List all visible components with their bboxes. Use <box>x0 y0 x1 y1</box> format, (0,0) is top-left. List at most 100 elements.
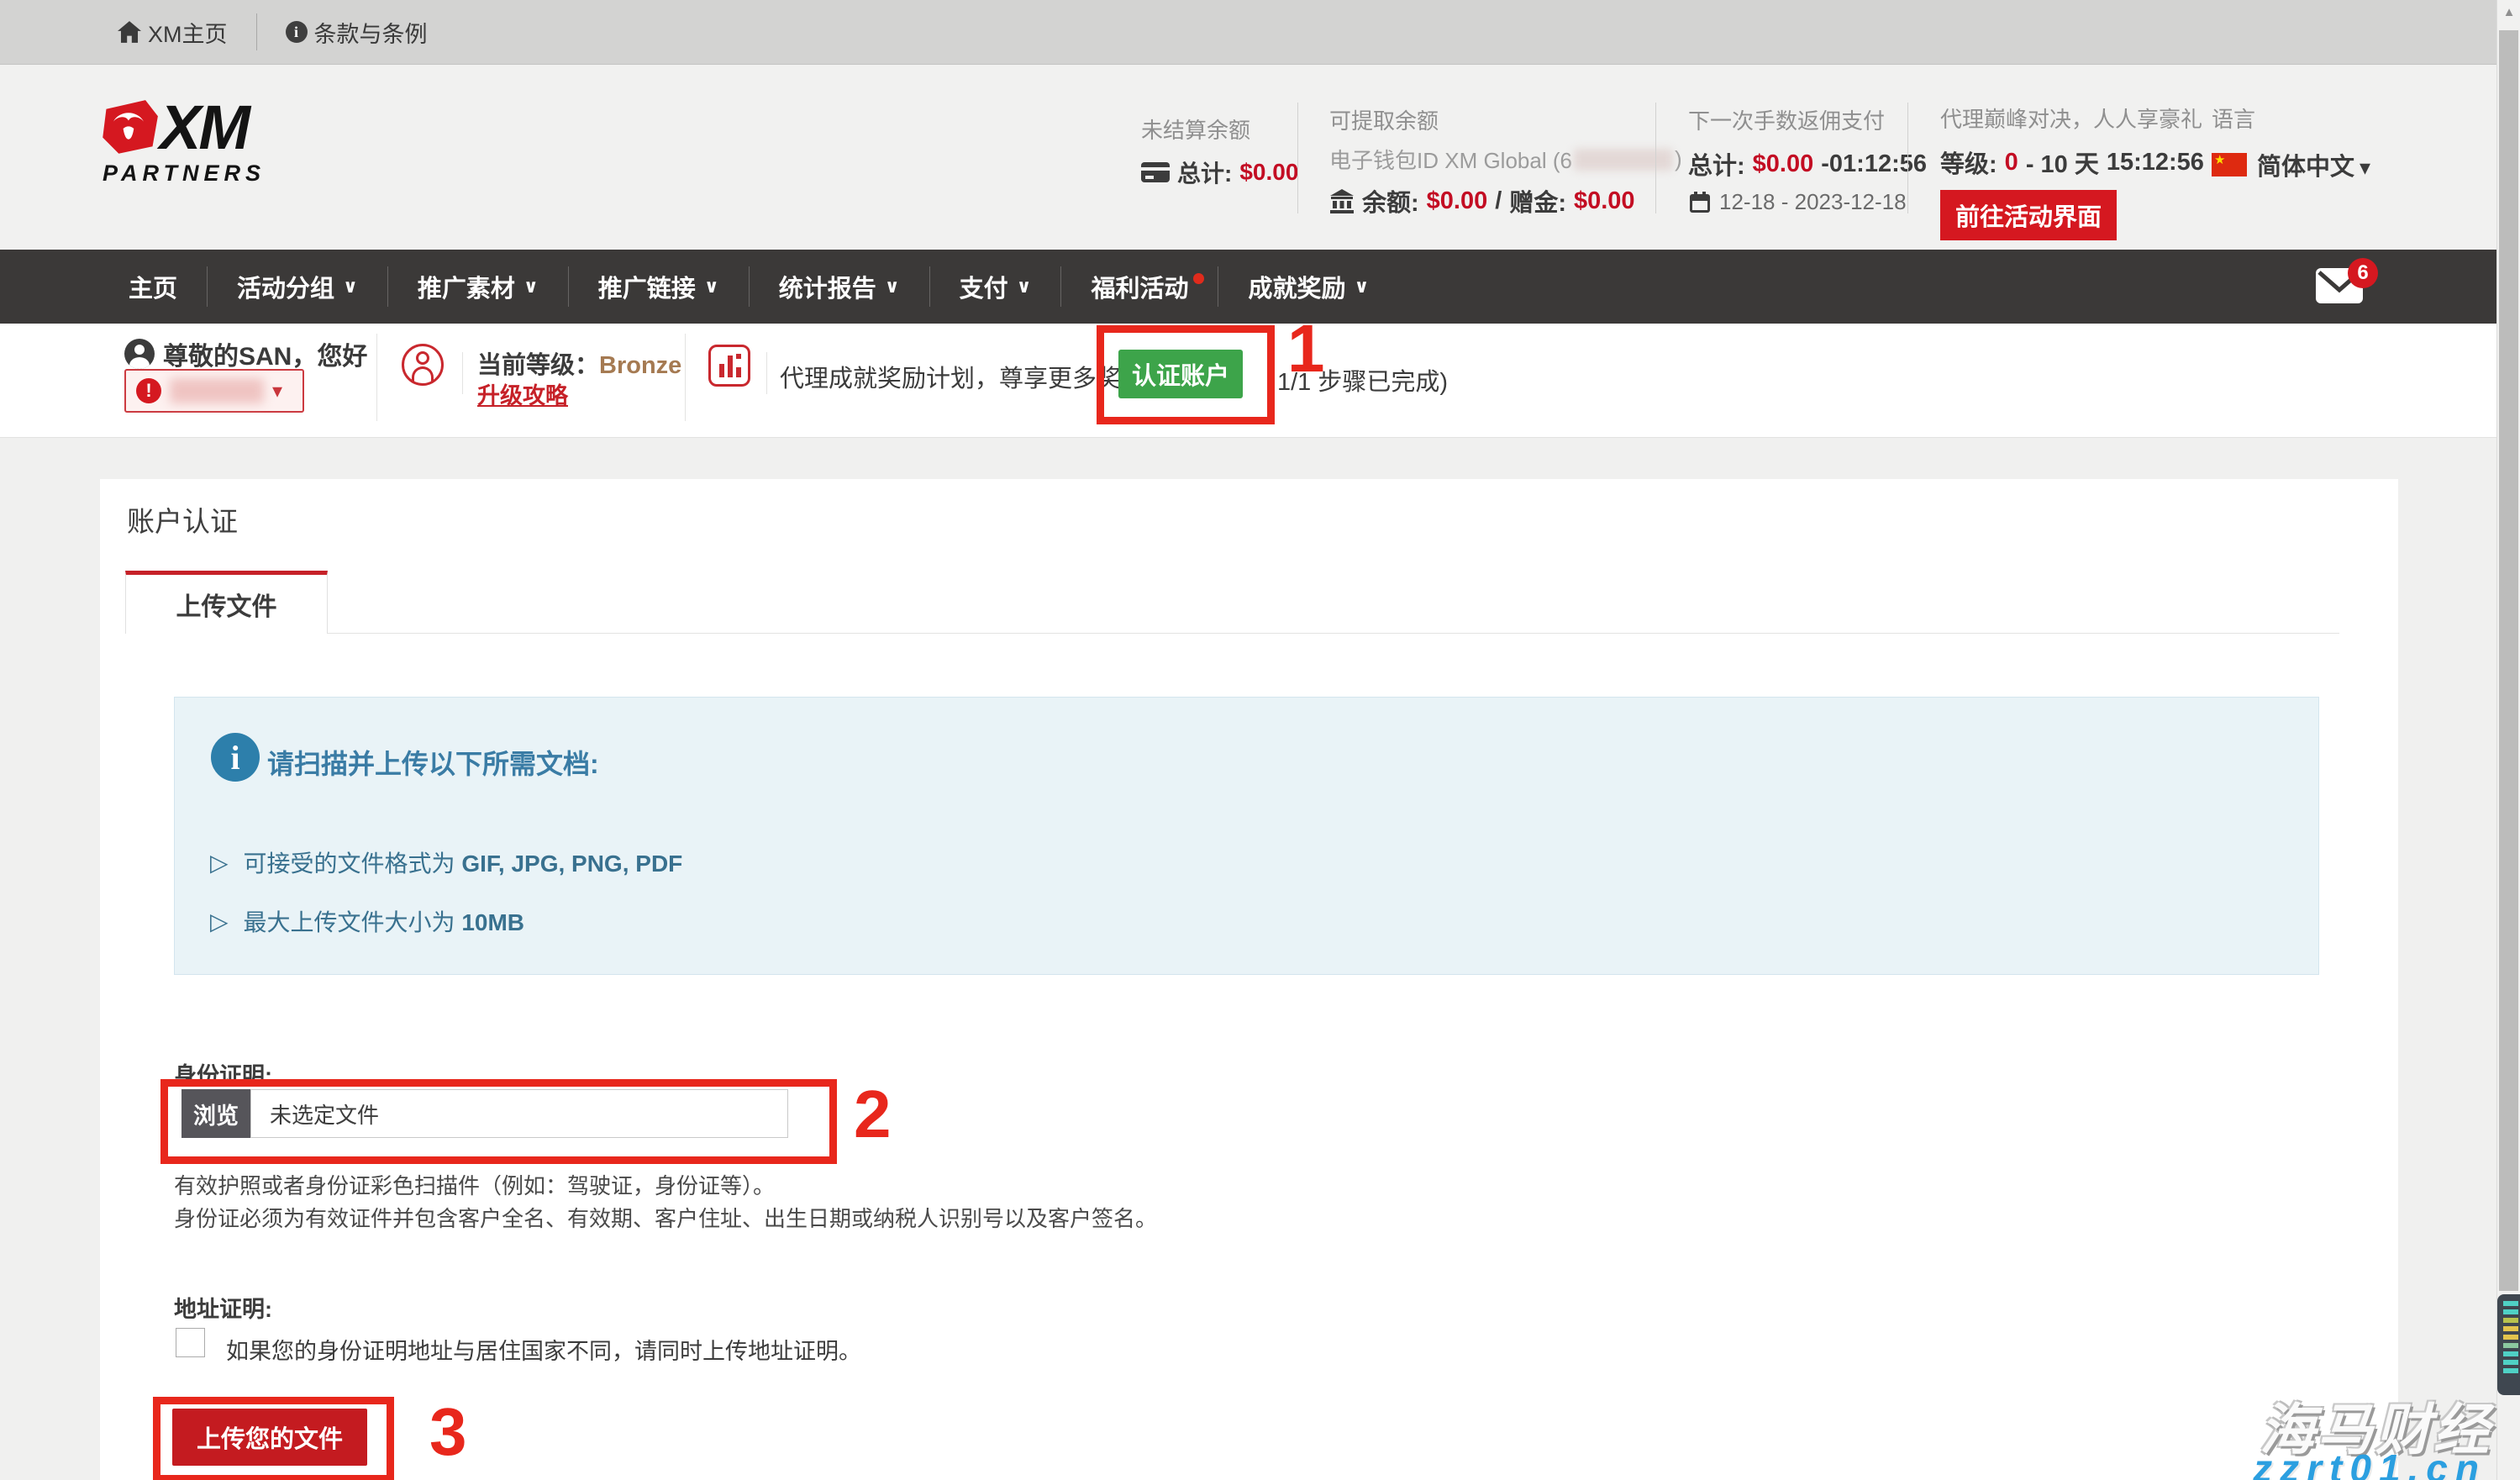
scroll-up-arrow[interactable] <box>2497 5 2520 20</box>
rebate-dates: 12-18 - 2023-12-18 <box>1719 189 1907 215</box>
account-dropdown[interactable] <box>124 369 304 413</box>
annotation-number-3: 3 <box>429 1398 467 1466</box>
balance-label: 余额: <box>1362 183 1419 219</box>
id-proof-desc-line1: 有效护照或者身份证彩色扫描件（例如：驾驶证，身份证等）。 <box>174 1170 1157 1203</box>
address-proof-label: 地址证明: <box>174 1291 272 1324</box>
info-heading: 请扫描并上传以下所需文档: <box>267 743 599 782</box>
upload-files-button[interactable]: 上传您的文件 <box>172 1409 367 1466</box>
rebate-countdown: -01:12:56 <box>1821 150 1927 178</box>
greet-divider <box>685 334 686 421</box>
level-value: 0 <box>2005 149 2018 176</box>
topbar-home-link[interactable]: XM主页 <box>118 16 228 49</box>
calendar-icon <box>1688 191 1712 214</box>
nav-item-reports[interactable]: 统计报告 <box>749 266 929 307</box>
greet-divider-small <box>462 352 463 394</box>
greeting-row: 尊敬的SAN，您好 当前等级：Bronze 升级攻略 代理成就奖励计划，尊享更多… <box>0 324 2496 438</box>
tabs: 上传文件 <box>125 571 2398 634</box>
info-circle-icon <box>211 733 260 782</box>
page-title: 账户认证 <box>127 499 238 540</box>
language-title: 语言 <box>2212 103 2370 134</box>
id-proof-label: 身份证明: <box>174 1057 272 1090</box>
address-proof-checkbox[interactable] <box>176 1328 205 1357</box>
next-rebate-title: 下一次手数返佣支付 <box>1688 104 1927 135</box>
home-icon <box>118 21 141 43</box>
watermark-equalizer-icon <box>2497 1294 2520 1395</box>
tab-border <box>328 571 2339 634</box>
logo-subtext: PARTNERS <box>103 161 266 187</box>
achievement-chart-icon <box>708 345 750 387</box>
wallet-id-line: 电子钱包ID XM Global (6) <box>1329 144 1682 175</box>
bank-icon <box>1329 188 1355 213</box>
address-proof-note: 如果您的身份证明地址与居住国家不同，请同时上传地址证明。 <box>226 1333 861 1366</box>
watermark-site: zzrt01.cn <box>2253 1446 2486 1480</box>
achievement-promo-text: 代理成就奖励计划，尊享更多奖励！ <box>780 359 1170 394</box>
go-to-activity-button[interactable]: 前往活动界面 <box>1940 190 2117 240</box>
rebate-total-label: 总计: <box>1688 146 1745 182</box>
mail-count-badge: 6 <box>2348 258 2378 288</box>
tab-upload-documents[interactable]: 上传文件 <box>125 571 328 634</box>
logo-text: XM <box>160 97 248 159</box>
nav-item-payments[interactable]: 支付 <box>929 266 1061 307</box>
topbar-home-label: XM主页 <box>148 16 228 49</box>
xm-partners-logo[interactable]: XM PARTNERS <box>99 97 266 187</box>
scrollbar-thumb[interactable] <box>2499 30 2518 1291</box>
nav-item-promo-materials[interactable]: 推广素材 <box>387 266 568 307</box>
id-proof-description: 有效护照或者身份证彩色扫描件（例如：驾驶证，身份证等）。 身份证必须为有效证件并… <box>174 1170 1157 1235</box>
accepted-formats-value: GIF, JPG, PNG, PDF <box>461 851 682 877</box>
info-icon <box>286 21 308 43</box>
level-person-icon <box>402 344 444 386</box>
topbar-divider <box>256 13 257 50</box>
nav-item-campaign-groups[interactable]: 活动分组 <box>207 266 387 307</box>
language-selector[interactable]: 简体中文 <box>2212 147 2370 182</box>
chevron-down-icon <box>272 379 282 403</box>
card-icon <box>1141 162 1170 182</box>
topbar-terms-link[interactable]: 条款与条例 <box>286 16 428 49</box>
header-divider <box>1655 103 1656 213</box>
current-level: 当前等级：Bronze <box>477 345 681 381</box>
accepted-formats-line: 可接受的文件格式为 GIF, JPG, PNG, PDF <box>210 845 682 879</box>
upgrade-guide-link[interactable]: 升级攻略 <box>477 377 568 410</box>
bonus-label: 赠金: <box>1509 183 1566 219</box>
triangle-bullet-icon <box>210 849 229 877</box>
topbar-terms-label: 条款与条例 <box>314 16 428 49</box>
max-size-line: 最大上传文件大小为 10MB <box>210 904 524 938</box>
bull-logo-icon <box>99 98 160 157</box>
nav-item-promo-links[interactable]: 推广链接 <box>568 266 749 307</box>
nav-item-home[interactable]: 主页 <box>99 266 207 307</box>
unsettled-balance-title: 未结算余额 <box>1141 113 1298 145</box>
greet-divider <box>376 334 377 421</box>
browse-button[interactable]: 浏览 <box>182 1089 250 1138</box>
account-verification-card: 账户认证 上传文件 请扫描并上传以下所需文档: 可接受的文件格式为 GIF, J… <box>100 479 2398 1480</box>
language-block: 语言 简体中文 <box>2212 103 2370 182</box>
user-avatar-icon <box>124 339 155 369</box>
scrollbar <box>2496 0 2520 1480</box>
balance-value: $0.00 <box>1427 187 1488 215</box>
wallet-id-redacted <box>1574 149 1673 171</box>
unsettled-balance-block: 未结算余额 总计: $0.00 <box>1141 113 1298 197</box>
unsettled-total-label: 总计: <box>1177 155 1232 189</box>
level-badge: Bronze <box>599 352 681 379</box>
contest-block: 代理巅峰对决，人人享豪礼 等级: 0 - 10 天 15:12:56 前往活动界… <box>1940 103 2204 240</box>
welcome: 尊敬的SAN，您好 <box>124 335 367 372</box>
greet-divider-small <box>766 352 767 394</box>
header: XM PARTNERS 未结算余额 总计: $0.00 可提取余额 电子钱包ID… <box>0 65 2496 250</box>
id-proof-file-input: 浏览 未选定文件 <box>182 1089 788 1138</box>
header-divider <box>1907 103 1908 213</box>
nav-item-benefits[interactable]: 福利活动 <box>1060 266 1218 307</box>
id-proof-desc-line2: 身份证必须为有效证件并包含客户全名、有效期、客户住址、出生日期或纳税人识别号以及… <box>174 1203 1157 1235</box>
rebate-total-value: $0.00 <box>1753 150 1814 178</box>
max-size-value: 10MB <box>461 909 524 935</box>
level-range: - 10 天 <box>2026 145 2099 180</box>
bonus-value: $0.00 <box>1574 187 1635 215</box>
upload-info-box: 请扫描并上传以下所需文档: 可接受的文件格式为 GIF, JPG, PNG, P… <box>174 697 2319 975</box>
triangle-bullet-icon <box>210 908 229 935</box>
contest-timer: 15:12:56 <box>2107 149 2204 176</box>
nav-item-achievements[interactable]: 成就奖励 <box>1218 266 1398 307</box>
language-current: 简体中文 <box>2257 147 2370 182</box>
topbar: XM主页 条款与条例 <box>0 0 2496 65</box>
verify-account-button[interactable]: 认证账户 <box>1118 350 1243 398</box>
file-status-field[interactable]: 未选定文件 <box>250 1089 788 1138</box>
next-rebate-block: 下一次手数返佣支付 总计: $0.00 -01:12:56 12-18 - 20… <box>1688 104 1927 224</box>
mail-button[interactable]: 6 <box>2316 268 2396 324</box>
contest-title: 代理巅峰对决，人人享豪礼 <box>1940 103 2204 134</box>
